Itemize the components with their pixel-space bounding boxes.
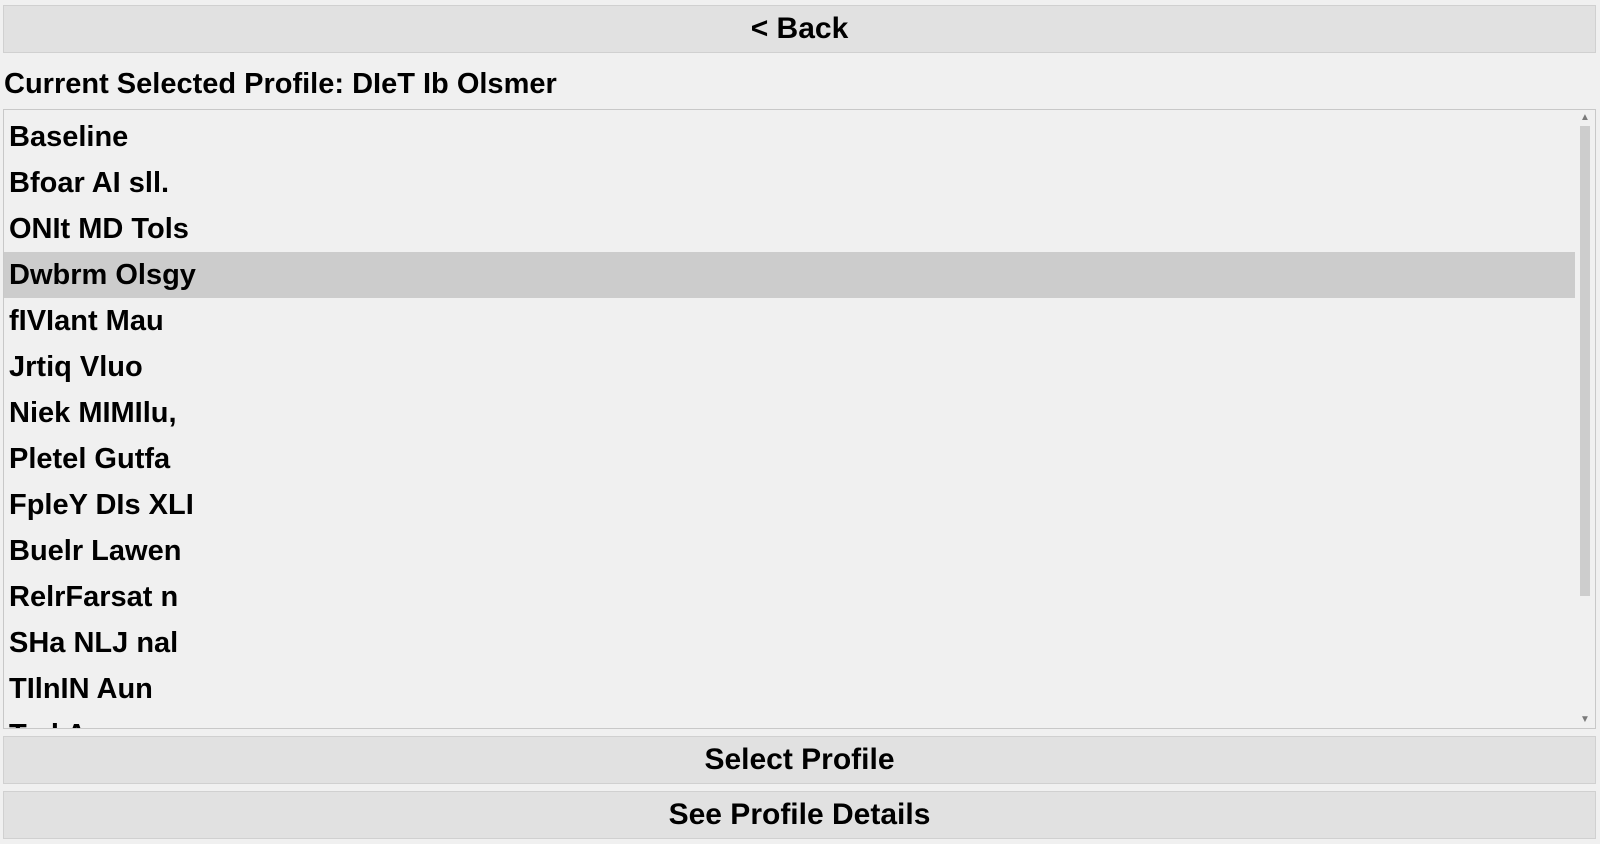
back-button-label: < Back (750, 12, 849, 45)
list-item[interactable]: Niek MIMIlu, (4, 390, 1575, 436)
select-profile-label: Select Profile (704, 743, 895, 776)
see-profile-details-button[interactable]: See Profile Details (3, 791, 1596, 839)
list-item[interactable]: ONIt MD Tols (4, 206, 1575, 252)
list-item[interactable]: SHa NLJ nal (4, 620, 1575, 666)
list-item[interactable]: Jrtiq Vluo (4, 344, 1575, 390)
see-profile-details-label: See Profile Details (668, 798, 931, 831)
back-button[interactable]: < Back (3, 5, 1596, 53)
list-item[interactable]: Bfoar AI sll. (4, 160, 1575, 206)
profile-selector-window: < Back Current Selected Profile: DIeT Ib… (0, 0, 1600, 844)
chevron-down-icon[interactable]: ▼ (1575, 712, 1595, 728)
chevron-up-icon[interactable]: ▲ (1575, 110, 1595, 126)
vertical-scrollbar[interactable]: ▲ ▼ (1575, 110, 1595, 728)
current-profile-label: Current Selected Profile: DIeT Ib Olsmer (4, 64, 557, 104)
list-item[interactable]: Buelr Lawen (4, 528, 1575, 574)
profile-list: Baseline Bfoar AI sll. ONIt MD Tols Dwbrm O… (4, 114, 1575, 728)
list-item[interactable]: fIVIant Mau (4, 298, 1575, 344)
current-profile-value: DIeT Ib Olsmer (352, 68, 557, 100)
list-item[interactable]: Pletel Gutfa (4, 436, 1575, 482)
list-item[interactable]: Baseline (4, 114, 1575, 160)
list-item[interactable]: Dwbrm Olsgy (4, 252, 1575, 298)
current-profile-caption: Current Selected Profile: (4, 68, 345, 100)
profile-listbox[interactable]: Baseline Bfoar AI sll. ONIt MD Tols Dwbrm O… (3, 109, 1596, 729)
select-profile-button[interactable]: Select Profile (3, 736, 1596, 784)
list-item[interactable]: FpleY DIs XLI (4, 482, 1575, 528)
list-item[interactable]: RelrFarsat n (4, 574, 1575, 620)
list-item[interactable]: TIlnIN Aun (4, 666, 1575, 712)
list-item[interactable]: Tr..l A... (4, 712, 1575, 728)
scrollbar-thumb[interactable] (1580, 126, 1590, 596)
